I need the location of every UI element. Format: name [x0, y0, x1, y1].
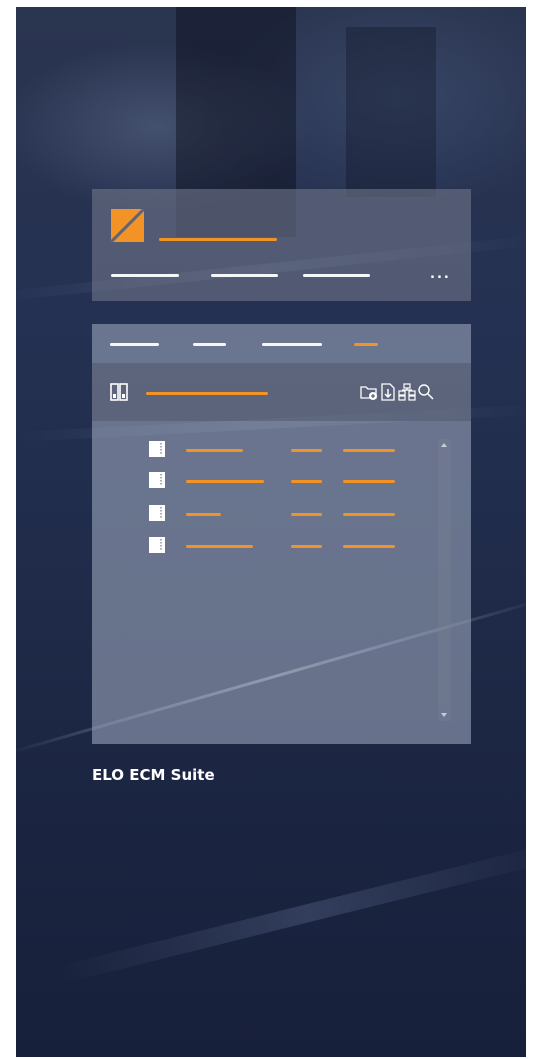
tab[interactable]: [262, 343, 322, 346]
nav-item[interactable]: [111, 274, 179, 277]
structure-icon[interactable]: [398, 383, 416, 401]
app-title-placeholder: [159, 238, 277, 241]
download-document-icon[interactable]: [379, 383, 397, 401]
scroll-down-arrow-icon[interactable]: [441, 713, 447, 717]
list-item[interactable]: [92, 536, 432, 556]
item-name-placeholder: [186, 513, 221, 516]
scroll-up-arrow-icon[interactable]: [441, 443, 447, 447]
app-header-card: ...: [92, 189, 471, 301]
item-date-placeholder: [343, 449, 395, 452]
item-name-placeholder: [186, 545, 253, 548]
more-options-button[interactable]: ...: [430, 268, 451, 281]
product-caption: ELO ECM Suite: [92, 766, 215, 784]
document-icon: [149, 441, 165, 457]
document-icon: [149, 505, 165, 521]
tab-active[interactable]: [354, 343, 378, 346]
item-meta-placeholder: [291, 545, 322, 548]
nav-item[interactable]: [211, 274, 278, 277]
search-icon[interactable]: [417, 383, 435, 401]
list-item[interactable]: [92, 471, 432, 491]
item-name-placeholder: [186, 480, 264, 483]
item-meta-placeholder: [291, 480, 322, 483]
tab[interactable]: [193, 343, 226, 346]
document-icon: [149, 537, 165, 553]
item-date-placeholder: [343, 480, 395, 483]
item-date-placeholder: [343, 513, 395, 516]
list-item[interactable]: [92, 504, 432, 524]
nav-item[interactable]: [303, 274, 370, 277]
folder-path-placeholder: [146, 392, 268, 395]
item-name-placeholder: [186, 449, 243, 452]
new-folder-icon[interactable]: [360, 383, 378, 401]
tab[interactable]: [110, 343, 159, 346]
background-shadow: [346, 27, 436, 197]
item-meta-placeholder: [291, 513, 322, 516]
list-item[interactable]: [92, 440, 432, 460]
vertical-scrollbar[interactable]: [438, 439, 451, 721]
item-date-placeholder: [343, 545, 395, 548]
light-streak: [53, 841, 526, 985]
binder-icon[interactable]: [110, 383, 128, 401]
document-list: [92, 421, 471, 744]
elo-logo-icon: [111, 209, 144, 242]
document-icon: [149, 472, 165, 488]
item-meta-placeholder: [291, 449, 322, 452]
app-window-card: [92, 324, 471, 744]
toolbar: [92, 363, 471, 421]
